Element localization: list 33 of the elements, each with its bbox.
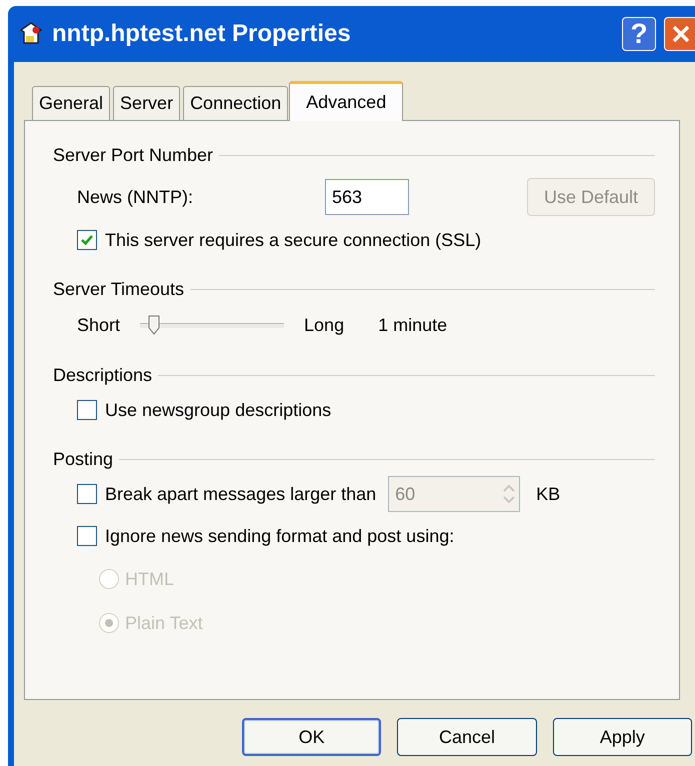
tab[interactable]: Advanced (289, 81, 404, 121)
group-title: Server Port Number (53, 144, 214, 166)
news-server-icon (18, 21, 44, 47)
checkbox[interactable] (77, 230, 97, 250)
group-title: Descriptions (53, 364, 152, 386)
slider-max-label: Long (304, 314, 344, 336)
window-title: nntp.hptest.net Properties (52, 20, 352, 48)
radio-label: Plain Text (125, 612, 203, 634)
checkbox[interactable] (77, 400, 97, 420)
group-title: Posting (53, 448, 114, 470)
checkbox-label: Ignore news sending format and post using: (105, 526, 454, 546)
close-button[interactable] (664, 17, 695, 51)
checkbox-label: Break apart messages larger than (105, 484, 376, 504)
tab[interactable]: Server (113, 86, 180, 120)
checkbox-label: This server requires a secure connection (SSL) (105, 230, 482, 250)
dialog-button[interactable]: Cancel (397, 718, 537, 756)
group-title: Server Timeouts (53, 278, 184, 300)
timeout-reading: 1 minute (378, 314, 448, 336)
unit-label: KB (536, 484, 560, 504)
tab[interactable]: General (32, 86, 110, 120)
slider-thumb[interactable] (148, 315, 160, 335)
help-button[interactable]: ? (622, 17, 656, 51)
slider-min-label: Short (77, 314, 120, 336)
field-label: News (NNTP): (77, 186, 194, 208)
checkbox-label: Use newsgroup descriptions (105, 400, 332, 420)
tab[interactable]: Connection (183, 86, 288, 120)
dialog-button[interactable]: Apply (552, 718, 692, 756)
dialog-button[interactable]: OK (242, 718, 382, 756)
port-field[interactable]: 563 (325, 179, 409, 215)
close-icon (670, 23, 692, 45)
timeout-slider[interactable] (140, 314, 284, 336)
checkbox[interactable] (77, 526, 97, 546)
radio-label: HTML (125, 568, 174, 590)
